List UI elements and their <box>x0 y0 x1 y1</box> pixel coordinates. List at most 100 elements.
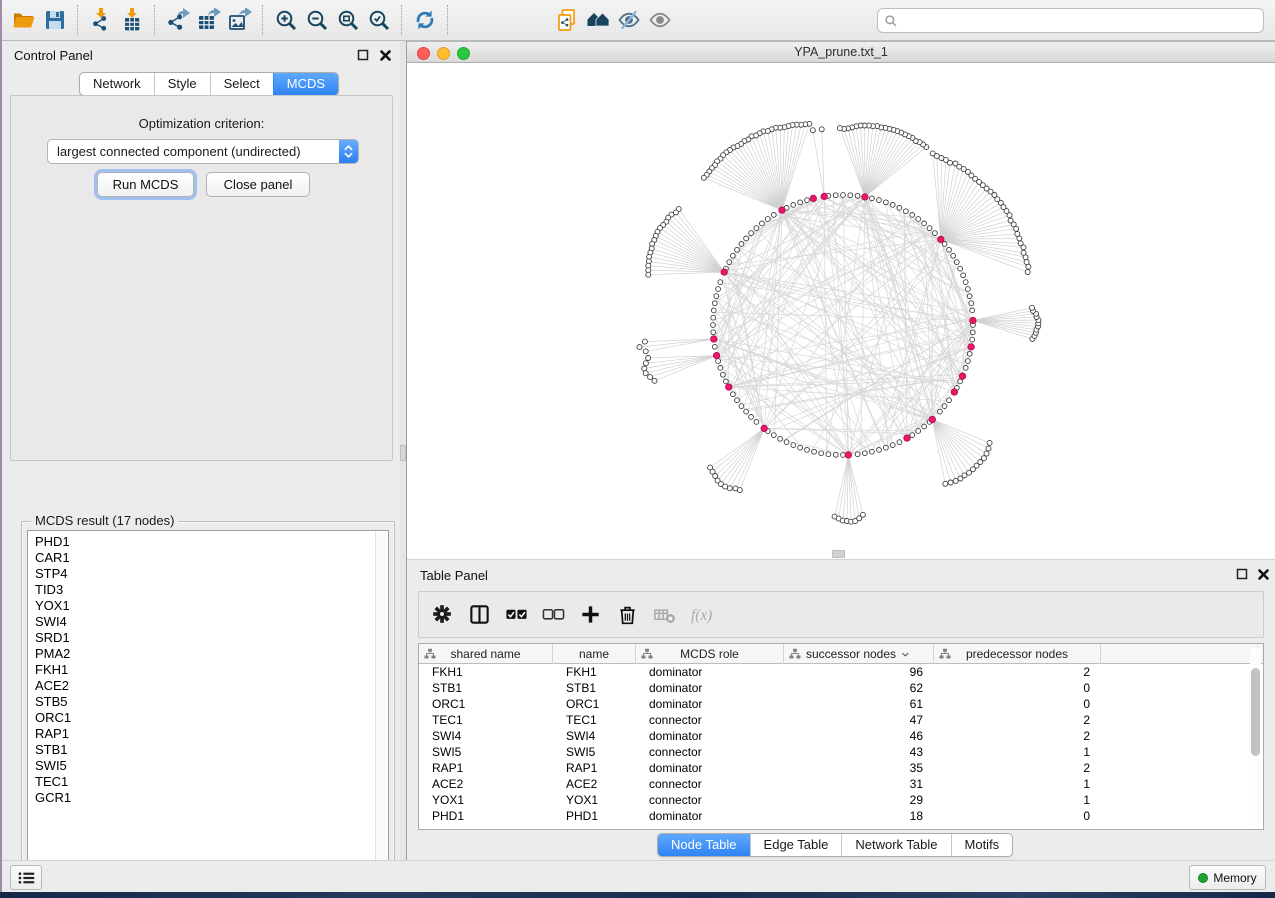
network-window-titlebar: YPA_prune.txt_1 <box>407 41 1275 63</box>
table-scrollbar[interactable] <box>1250 648 1261 825</box>
first-neighbors-button[interactable] <box>582 5 613 36</box>
mcds-result-item[interactable]: ACE2 <box>35 678 71 694</box>
mcds-result-item[interactable]: TEC1 <box>35 774 71 790</box>
table-row[interactable]: SWI5SWI5connector431 <box>419 744 1252 760</box>
cell-predecessor-nodes: 0 <box>934 681 1101 695</box>
table-tab-motifs[interactable]: Motifs <box>951 834 1013 856</box>
close-panel-button[interactable]: Close panel <box>206 172 310 197</box>
table-row[interactable]: ACE2ACE2connector311 <box>419 776 1252 792</box>
memory-button[interactable]: Memory <box>1189 865 1266 890</box>
zoom-in-button[interactable] <box>270 5 301 36</box>
table-row[interactable]: SWI4SWI4dominator462 <box>419 728 1252 744</box>
zoom-fit-button[interactable] <box>332 5 363 36</box>
cell-name: FKH1 <box>553 665 636 679</box>
show-all-button[interactable] <box>644 5 675 36</box>
mcds-result-item[interactable]: PMA2 <box>35 646 71 662</box>
column-header-predecessor-nodes[interactable]: predecessor nodes <box>934 644 1101 664</box>
mcds-result-item[interactable]: GCR1 <box>35 790 71 806</box>
column-header-successor-nodes[interactable]: successor nodes <box>784 644 934 664</box>
mcds-result-item[interactable]: PHD1 <box>35 534 71 550</box>
select-all-button[interactable] <box>501 600 531 630</box>
table-tab-edge-table[interactable]: Edge Table <box>750 834 842 856</box>
mcds-result-item[interactable]: SRD1 <box>35 630 71 646</box>
import-table-button[interactable] <box>116 5 147 36</box>
column-header-name[interactable]: name <box>553 644 636 664</box>
table-tab-network-table[interactable]: Network Table <box>841 834 950 856</box>
task-history-button[interactable] <box>10 865 42 890</box>
sort-descending-icon <box>900 649 911 660</box>
tab-select[interactable]: Select <box>210 73 273 95</box>
column-header-shared-name[interactable]: shared name <box>419 644 553 664</box>
cell-MCDS-role: dominator <box>636 809 784 823</box>
vertical-splitter[interactable] <box>400 41 407 860</box>
mcds-result-item[interactable]: TID3 <box>35 582 71 598</box>
mcds-result-item[interactable]: CAR1 <box>35 550 71 566</box>
mcds-result-item[interactable]: SWI5 <box>35 758 71 774</box>
table-scrollbar-thumb[interactable] <box>1251 668 1260 756</box>
add-column-button[interactable] <box>575 600 605 630</box>
save-session-button[interactable] <box>39 5 70 36</box>
column-label: MCDS role <box>680 647 739 661</box>
zoom-selected-button[interactable] <box>363 5 394 36</box>
table-row[interactable]: FKH1FKH1dominator962 <box>419 664 1252 680</box>
table-row[interactable]: RAP1RAP1dominator352 <box>419 760 1252 776</box>
hide-selected-button[interactable] <box>613 5 644 36</box>
close-panel-icon[interactable] <box>378 48 393 63</box>
export-network-icon <box>166 8 190 32</box>
export-table-button[interactable] <box>193 5 224 36</box>
mcds-result-item[interactable]: STB5 <box>35 694 71 710</box>
mcds-result-item[interactable]: RAP1 <box>35 726 71 742</box>
run-mcds-button[interactable]: Run MCDS <box>97 172 194 197</box>
float-panel-icon[interactable] <box>1235 567 1250 582</box>
network-canvas[interactable] <box>407 63 1275 560</box>
column-header-MCDS-role[interactable]: MCDS role <box>636 644 784 664</box>
deselect-all-button[interactable] <box>538 600 568 630</box>
table-row[interactable]: PHD1PHD1dominator180 <box>419 808 1252 824</box>
mcds-result-item[interactable]: FKH1 <box>35 662 71 678</box>
mcds-result-item[interactable]: STB1 <box>35 742 71 758</box>
mcds-result-item[interactable]: SWI4 <box>35 614 71 630</box>
float-panel-icon[interactable] <box>356 48 371 63</box>
cell-predecessor-nodes: 0 <box>934 809 1101 823</box>
memory-label: Memory <box>1213 871 1256 885</box>
export-table-icon <box>197 8 221 32</box>
toolbar-separator <box>447 5 448 35</box>
apply-layout-icon <box>413 8 437 32</box>
settings-gear-button[interactable] <box>427 600 457 630</box>
mcds-result-item[interactable]: ORC1 <box>35 710 71 726</box>
table-row[interactable]: STB1STB1dominator620 <box>419 680 1252 696</box>
horizontal-splitter-handle[interactable] <box>832 550 845 558</box>
table-row[interactable]: TEC1TEC1connector472 <box>419 712 1252 728</box>
vertical-splitter-handle[interactable] <box>400 445 406 461</box>
delete-column-button[interactable] <box>612 600 642 630</box>
cell-successor-nodes: 31 <box>784 777 934 791</box>
tab-style[interactable]: Style <box>154 73 210 95</box>
search-input[interactable] <box>902 11 1257 31</box>
tab-network[interactable]: Network <box>80 73 154 95</box>
copy-network-button[interactable] <box>551 5 582 36</box>
network-graph[interactable] <box>407 63 1275 560</box>
optimization-criterion-label: Optimization criterion: <box>11 116 392 131</box>
close-panel-icon[interactable] <box>1256 567 1271 582</box>
zoom-out-button[interactable] <box>301 5 332 36</box>
cell-MCDS-role: connector <box>636 777 784 791</box>
import-network-button[interactable] <box>85 5 116 36</box>
svg-text:f(x): f(x) <box>690 607 711 624</box>
mcds-list-scrollbar[interactable] <box>375 532 387 886</box>
open-session-button[interactable] <box>8 5 39 36</box>
mcds-result-item[interactable]: YOX1 <box>35 598 71 614</box>
toggle-panel-columns-button[interactable] <box>464 600 494 630</box>
save-session-icon <box>43 8 67 32</box>
mcds-result-item[interactable]: STP4 <box>35 566 71 582</box>
export-network-button[interactable] <box>162 5 193 36</box>
apply-layout-button[interactable] <box>409 5 440 36</box>
table-row[interactable]: ORC1ORC1dominator610 <box>419 696 1252 712</box>
table-tab-node-table[interactable]: Node Table <box>658 834 750 856</box>
export-image-button[interactable] <box>224 5 255 36</box>
optimization-criterion-dropdown[interactable]: largest connected component (undirected) <box>47 139 359 164</box>
cell-successor-nodes: 46 <box>784 729 934 743</box>
cell-name: SWI4 <box>553 729 636 743</box>
toolbar-separator <box>262 5 263 35</box>
table-row[interactable]: YOX1YOX1connector291 <box>419 792 1252 808</box>
tab-mcds[interactable]: MCDS <box>273 73 338 95</box>
